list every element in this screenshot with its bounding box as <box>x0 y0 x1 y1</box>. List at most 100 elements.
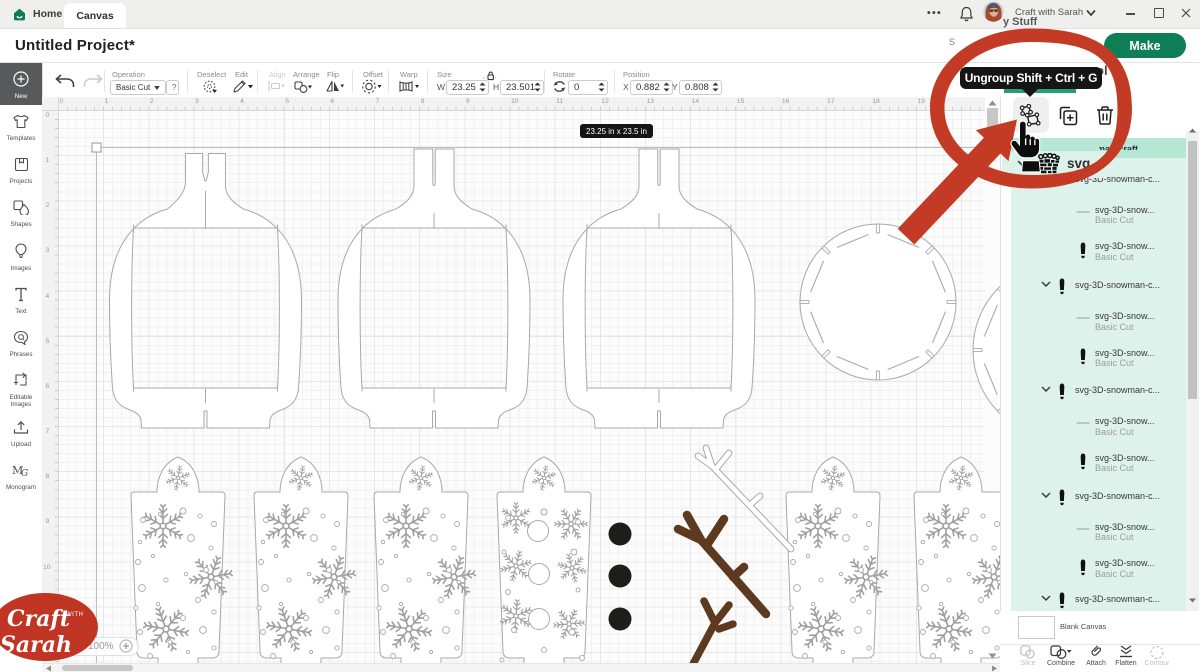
layer-row[interactable]: svg-3D-snow... <box>1095 348 1155 358</box>
canvas-hscroll-thumb[interactable] <box>62 665 133 671</box>
edit-button[interactable] <box>231 79 253 94</box>
flip-button[interactable] <box>326 80 344 92</box>
layer-group-row[interactable]: svg-3D-snowman-c... <box>1075 594 1160 604</box>
position-label: Position <box>623 70 650 79</box>
sidebar-item-editable-images[interactable]: Editable Images <box>0 366 42 408</box>
action-combine-part: Combine <box>1047 660 1075 667</box>
canvas-shape-snowman-panel-glyph <box>384 518 389 523</box>
stepper-icon[interactable] <box>534 82 541 92</box>
monogram-icon-glyph-glyph: G <box>21 469 28 478</box>
layer-group-row[interactable]: svg-3D-snowman-c... <box>1075 280 1160 290</box>
align-button[interactable] <box>268 81 285 91</box>
x-position-input[interactable]: 0.882 <box>630 80 673 95</box>
canvas-horizontal-scrollbar[interactable] <box>42 663 1000 672</box>
sidebar-item-templates[interactable]: Templates <box>0 108 42 150</box>
canvas-shape-snowman-panel[interactable] <box>374 457 481 663</box>
action-contour[interactable]: Contour <box>1143 645 1171 671</box>
action-flatten[interactable]: Flatten <box>1112 645 1140 671</box>
layer-row[interactable]: svg-3D-snow... <box>1095 241 1155 251</box>
operation-select[interactable]: Basic Cut <box>110 80 166 95</box>
layer-row[interactable]: svg-3D-snow... <box>1095 558 1155 568</box>
canvas-shape-snowman-panel-glyph <box>452 546 456 550</box>
canvas-shape-snowman-panel-glyph <box>455 610 459 614</box>
rotate-button[interactable] <box>553 80 566 93</box>
slice-icon-glyph <box>1020 645 1036 659</box>
sidebar-item-monogram[interactable]: MG Monogram <box>0 456 42 498</box>
sidebar-item-new[interactable]: New <box>0 63 42 105</box>
stepper-icon[interactable] <box>479 82 486 92</box>
sidebar-item-shapes[interactable]: Shapes <box>0 194 42 236</box>
layer-row[interactable]: svg-3D-snow... <box>1095 311 1155 321</box>
canvas-shape-snowman-panel-glyph <box>541 509 547 515</box>
sidebar-item-upload[interactable]: Upload <box>0 414 42 456</box>
layer-group-chevron-icon[interactable] <box>1041 281 1051 287</box>
canvas-shape-snowman-panel-glyph <box>823 640 827 644</box>
sidebar-item-text[interactable]: Text <box>0 281 42 323</box>
phrases-icon <box>13 332 29 349</box>
layer-row[interactable]: svg-3D-snow... <box>1095 522 1155 532</box>
sidebar-item-phrases[interactable]: Phrases <box>0 324 42 366</box>
home-label: Home <box>33 8 62 20</box>
sidebar-item-images[interactable]: Images <box>0 237 42 279</box>
tab-home[interactable]: Home <box>12 5 62 23</box>
x-label: X <box>623 82 629 92</box>
arrange-button[interactable] <box>294 81 312 93</box>
canvas-shape-snowman-panel-glyph <box>148 654 153 659</box>
layer-group-chevron-icon[interactable] <box>1041 492 1051 498</box>
deselect-button[interactable] <box>203 80 217 93</box>
sidebar-item-projects[interactable]: Projects <box>0 151 42 193</box>
action-slice[interactable]: Slice <box>1014 645 1042 671</box>
scroll-down-icon[interactable] <box>987 652 998 660</box>
size-lock-icon[interactable] <box>483 71 498 81</box>
height-input[interactable]: 23.501 <box>500 80 544 95</box>
stepper-icon[interactable] <box>663 82 670 92</box>
stepper-icon[interactable] <box>712 82 719 92</box>
layer-group-chevron-icon[interactable] <box>1041 386 1051 392</box>
canvas-shape-snowman-panel[interactable] <box>786 457 893 663</box>
layer-group-row[interactable]: svg-3D-snowman-c... <box>1075 491 1160 501</box>
scroll-right-icon[interactable] <box>990 665 998 672</box>
tab-canvas[interactable]: Canvas <box>64 3 126 28</box>
sidebar-item-upload-part: Upload <box>0 441 42 448</box>
width-input[interactable]: 23.25 <box>446 80 489 95</box>
layer-group-chevron-icon[interactable] <box>1041 595 1051 601</box>
canvas-shape-snowman-panel-glyph <box>381 630 386 635</box>
action-combine[interactable]: Combine <box>1047 645 1075 671</box>
scroll-down-icon[interactable] <box>1188 597 1197 604</box>
canvas-shape-lantern-globe[interactable] <box>338 149 530 428</box>
operation-label: Operation <box>112 70 145 79</box>
canvas-shape-snowman-panel[interactable] <box>254 457 361 663</box>
undo-button[interactable] <box>54 74 76 89</box>
canvas-shape-snowman-panel-glyph <box>335 646 339 650</box>
layer-group-chevron-icon-glyph <box>1042 492 1050 496</box>
stepper-icon[interactable] <box>598 82 605 92</box>
canvas-shape-branch-brown-small[interactable] <box>692 601 733 663</box>
project-title[interactable]: Untitled Project* <box>15 37 135 54</box>
canvas-shape-snowman-panel-glyph <box>321 514 325 518</box>
canvas-shape-snowman-panel-glyph <box>204 568 209 573</box>
action-attach[interactable]: Attach <box>1082 645 1110 671</box>
scroll-left-icon[interactable] <box>45 665 53 672</box>
layer-row[interactable]: svg-3D-snow... <box>1095 416 1155 426</box>
layer-group-row[interactable]: svg-3D-snowman-c... <box>1075 385 1160 395</box>
canvas-shape-buttons[interactable] <box>609 523 632 631</box>
layer-thumb-bulb-glyph-glyph <box>1060 384 1065 396</box>
y-position-input[interactable]: 0.808 <box>679 80 722 95</box>
canvas-shape-snowman-panel[interactable] <box>131 457 238 663</box>
operation-help-button[interactable]: ? <box>166 80 179 95</box>
layer-row[interactable]: svg-3D-snow... <box>1095 453 1155 463</box>
arrange-button-glyph <box>300 86 307 93</box>
canvas-shape-lantern-globe[interactable] <box>563 149 755 428</box>
warp-button[interactable] <box>399 81 420 92</box>
canvas-shape-snowman-panel[interactable] <box>497 457 593 663</box>
canvas-shape-snowman-panel-glyph <box>423 508 429 514</box>
offset-button[interactable] <box>362 79 382 94</box>
selection-handle[interactable] <box>92 143 101 152</box>
zoom-in-icon[interactable] <box>119 639 133 653</box>
rotate-input[interactable]: 0 <box>568 80 608 95</box>
canvas-shape-branch-brown[interactable] <box>678 515 766 614</box>
canvas-shape-snowman-panel-glyph <box>919 560 924 565</box>
redo-button[interactable] <box>82 74 104 89</box>
editable-images-icon-glyph <box>13 372 29 388</box>
lantern-globe-slots-glyph <box>587 225 731 392</box>
